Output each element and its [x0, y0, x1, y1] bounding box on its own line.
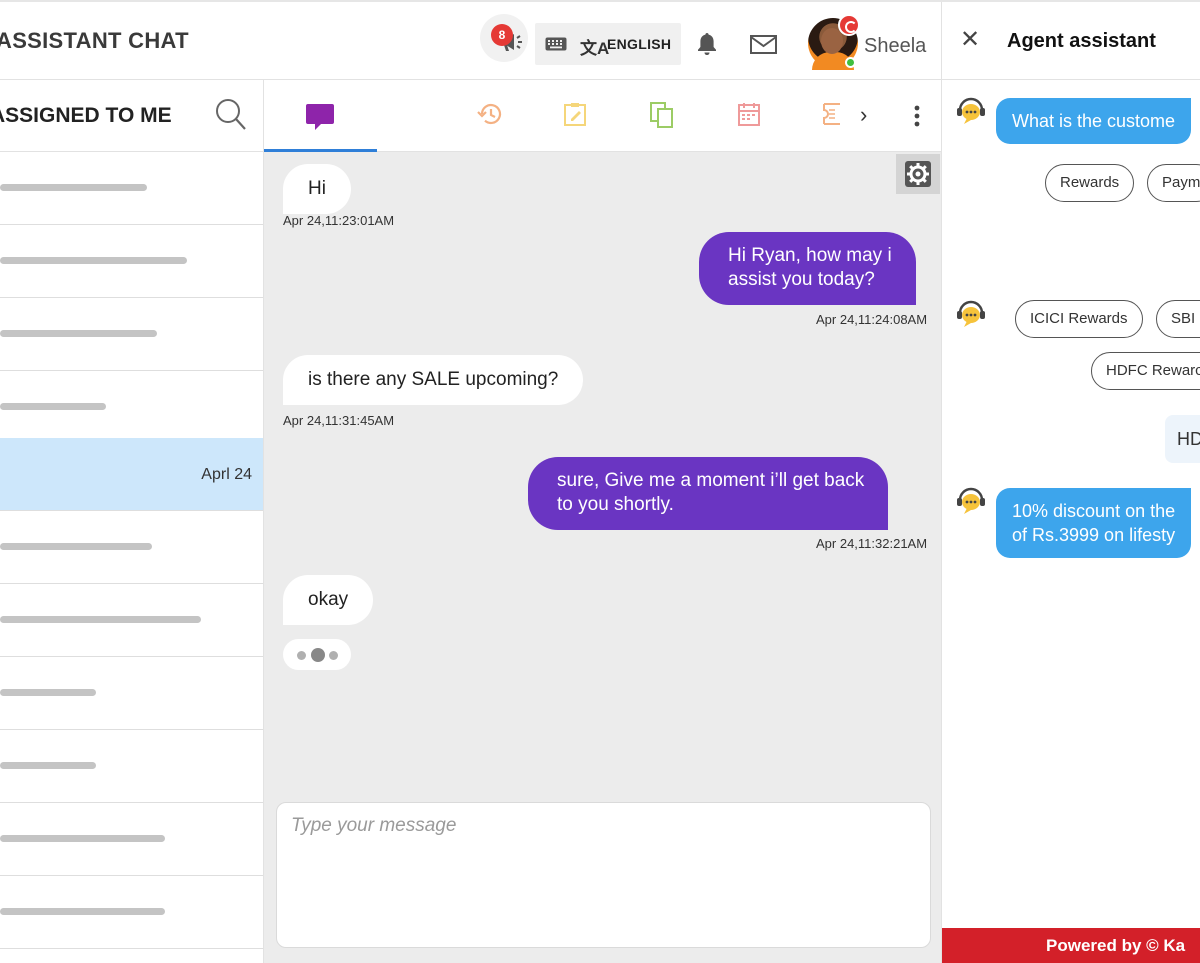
list-item[interactable]	[0, 225, 263, 298]
list-item[interactable]	[0, 152, 263, 225]
placeholder-bar	[0, 184, 147, 191]
chevron-right-icon[interactable]: ›	[860, 102, 867, 128]
answer-line: of Rs.3999 on lifesty	[1012, 525, 1176, 545]
mail-icon[interactable]	[750, 35, 777, 54]
list-item[interactable]	[0, 584, 263, 657]
assistant-header: ✕ Agent assistant	[942, 2, 1200, 80]
notes-icon[interactable]	[564, 102, 588, 126]
bot-icon	[957, 300, 985, 327]
placeholder-bar	[0, 908, 165, 915]
placeholder-bar	[0, 762, 96, 769]
ticket-icon[interactable]	[822, 102, 840, 126]
placeholder-bar	[0, 689, 96, 696]
message-timestamp: Apr 24,11:32:21AM	[816, 536, 928, 551]
incoming-message: is there any SALE upcoming?	[283, 355, 584, 405]
list-item-date: Aprl 24	[201, 466, 252, 483]
suggestion-chip[interactable]: Rewards	[1045, 164, 1135, 202]
calendar-icon[interactable]	[738, 102, 760, 126]
message-timestamp: Apr 24,11:31:45AM	[283, 413, 395, 428]
outgoing-message: sure, Give me a moment i’ll get back to …	[528, 457, 889, 530]
keyboard-icon	[545, 37, 567, 51]
user-name: Sheela	[864, 35, 927, 57]
typing-dot	[311, 648, 325, 662]
message-text-line: Hi Ryan, how may i	[728, 245, 892, 266]
suggestion-chip[interactable]: ICICI Rewards	[1015, 300, 1143, 338]
agent-assistant-panel: ✕ Agent assistant What is the custome Re…	[941, 2, 1200, 963]
translate-icon: 文A	[580, 39, 610, 58]
list-item-active[interactable]: Aprl 24	[0, 438, 263, 511]
placeholder-bar	[0, 835, 165, 842]
gear-icon	[905, 161, 931, 187]
bell-icon[interactable]	[697, 32, 717, 56]
assistant-answer-bubble: 10% discount on the of Rs.3999 on lifest…	[996, 488, 1192, 558]
list-item[interactable]	[0, 511, 263, 584]
list-header: ASSIGNED TO ME	[0, 80, 263, 152]
message-text: Hi	[308, 178, 326, 199]
conversation-list: ASSIGNED TO ME Aprl 24	[0, 80, 264, 963]
message-input[interactable]	[277, 803, 930, 947]
refresh-badge-icon	[838, 14, 860, 36]
online-status-indicator	[845, 57, 856, 68]
placeholder-bar	[0, 257, 187, 264]
incoming-message: okay	[283, 575, 374, 625]
typing-dot	[297, 651, 306, 660]
message-text: okay	[308, 589, 349, 610]
bot-icon	[957, 487, 985, 514]
history-icon[interactable]	[477, 102, 503, 126]
close-icon[interactable]: ✕	[960, 28, 980, 52]
placeholder-bar	[0, 543, 152, 550]
message-timestamp: Apr 24,11:24:08AM	[816, 312, 928, 327]
language-label: ENGLISH	[607, 36, 672, 52]
message-text-line: to you shortly.	[557, 494, 674, 515]
list-item[interactable]	[0, 876, 263, 949]
message-composer	[276, 802, 931, 948]
typing-indicator	[283, 639, 351, 670]
placeholder-bar	[0, 330, 157, 337]
top-header: ASSISTANT CHAT 8 文A ENGLISH Sheela	[0, 2, 942, 80]
bot-icon	[957, 97, 985, 124]
suggestion-chip[interactable]: SBI I	[1156, 300, 1200, 338]
assistant-question-bubble: What is the custome	[996, 98, 1192, 144]
list-title: ASSIGNED TO ME	[0, 104, 172, 127]
chat-settings-button[interactable]	[896, 154, 940, 194]
chat-tabs: ›	[264, 80, 941, 152]
typing-dot	[329, 651, 338, 660]
message-text-line: assist you today?	[728, 269, 875, 290]
suggestion-chip[interactable]: Paym	[1147, 164, 1200, 202]
search-icon[interactable]	[215, 98, 247, 131]
message-text-line: sure, Give me a moment i’ll get back	[557, 470, 865, 491]
assistant-title: Agent assistant	[1007, 30, 1156, 52]
announcement-count-badge: 8	[491, 24, 513, 46]
list-item[interactable]	[0, 371, 263, 444]
outgoing-message: Hi Ryan, how may i assist you today?	[699, 232, 916, 305]
list-item[interactable]	[0, 803, 263, 876]
kebab-menu-icon[interactable]	[914, 105, 920, 127]
chat-icon[interactable]	[305, 103, 335, 133]
list-item[interactable]	[0, 657, 263, 730]
copy-icon[interactable]	[650, 102, 674, 128]
message-timestamp: Apr 24,11:23:01AM	[283, 213, 395, 228]
answer-line: 10% discount on the	[1012, 501, 1176, 521]
placeholder-bar	[0, 616, 201, 623]
list-item[interactable]	[0, 298, 263, 371]
suggestion-chip[interactable]: HDFC Rewarc	[1091, 352, 1200, 390]
incoming-message: Hi	[283, 164, 351, 214]
message-text: is there any SALE upcoming?	[308, 369, 559, 390]
placeholder-bar	[0, 403, 106, 410]
agent-reply-bubble: HD	[1165, 415, 1200, 463]
language-selector[interactable]: 文A ENGLISH	[535, 23, 681, 65]
active-tab-underline	[264, 149, 377, 152]
app-title: ASSISTANT CHAT	[0, 28, 189, 53]
chat-area: › Hi Apr 24,11:23:01AM Hi Ryan, how may …	[264, 80, 941, 963]
powered-by-footer: Powered by © Ka	[942, 928, 1200, 963]
list-item[interactable]	[0, 730, 263, 803]
